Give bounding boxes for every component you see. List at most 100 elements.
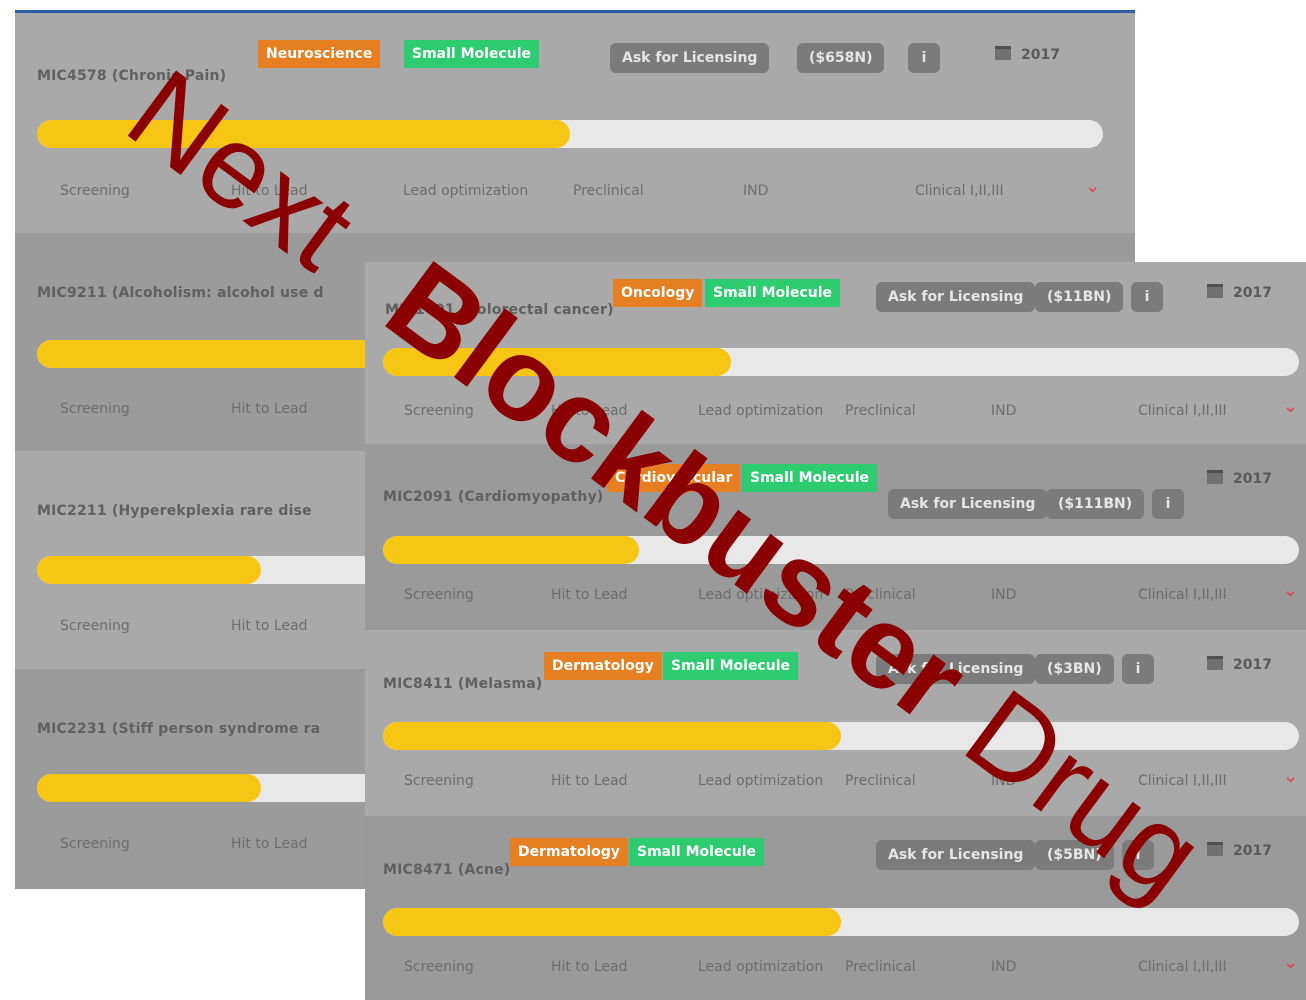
modality-tag: Small Molecule <box>404 40 539 68</box>
front-pipeline-list: MIC1001 (Colorectal cancer) Oncology Sma… <box>365 262 1306 1000</box>
stage-clinical: Clinical I,II,III <box>915 183 1004 199</box>
chevron-down-icon[interactable]: ⌄ <box>1283 952 1298 973</box>
market-value-badge: ($3BN) <box>1035 654 1114 684</box>
therapeutic-area-tag: Oncology <box>613 279 703 307</box>
therapeutic-area-tag: Dermatology <box>510 838 628 866</box>
calendar-icon <box>1207 284 1223 298</box>
year-label: 2017 <box>1207 470 1272 487</box>
info-icon[interactable]: i <box>908 43 940 73</box>
modality-tag: Small Molecule <box>663 652 798 680</box>
modality-tag: Small Molecule <box>705 279 840 307</box>
stage-screening: Screening <box>404 587 474 603</box>
compound-name: MIC8411 (Melasma) <box>383 676 543 692</box>
market-value-badge: ($111BN) <box>1046 489 1145 519</box>
year-label: 2017 <box>995 46 1060 63</box>
ask-licensing-button[interactable]: Ask for Licensing <box>610 43 770 73</box>
stage-lead-optimization: Lead optimization <box>698 587 824 603</box>
stage-hit-to-lead: Hit to Lead <box>551 403 628 419</box>
year-value: 2017 <box>1233 657 1272 673</box>
compound-name: MIC8471 (Acne) <box>383 862 511 878</box>
stage-preclinical: Preclinical <box>845 403 916 419</box>
progress-bar <box>383 722 1299 750</box>
stage-hit-to-lead: Hit to Lead <box>551 587 628 603</box>
compound-name: MIC2211 (Hyperekplexia rare dise <box>37 503 312 519</box>
stage-ind: IND <box>991 403 1017 419</box>
stage-screening: Screening <box>60 618 130 634</box>
calendar-icon <box>1207 842 1223 856</box>
stage-preclinical: Preclinical <box>573 183 644 199</box>
stage-hit-to-lead: Hit to Lead <box>231 618 308 634</box>
modality-tag: Small Molecule <box>629 838 764 866</box>
pipeline-row: MIC1001 (Colorectal cancer) Oncology Sma… <box>365 262 1306 444</box>
calendar-icon <box>995 46 1011 60</box>
ask-licensing-button[interactable]: Ask for Licensing <box>888 489 1048 519</box>
market-value-badge: ($5BN) <box>1035 840 1114 870</box>
stage-hit-to-lead: Hit to Lead <box>231 183 308 199</box>
stage-hit-to-lead: Hit to Lead <box>231 401 308 417</box>
compound-name: MIC9211 (Alcoholism: alcohol use d <box>37 285 324 301</box>
info-icon[interactable]: i <box>1152 489 1184 519</box>
stage-hit-to-lead: Hit to Lead <box>551 959 628 975</box>
stage-clinical: Clinical I,II,III <box>1138 403 1227 419</box>
stage-clinical: Clinical I,II,III <box>1138 773 1227 789</box>
stage-screening: Screening <box>60 401 130 417</box>
stage-clinical: Clinical I,II,III <box>1138 587 1227 603</box>
pipeline-row: MIC8411 (Melasma) Dermatology Small Mole… <box>365 630 1306 816</box>
pipeline-row: MIC8471 (Acne) Dermatology Small Molecul… <box>365 816 1306 1000</box>
market-value-badge: ($658N) <box>797 43 885 73</box>
progress-bar <box>383 908 1299 936</box>
stage-ind: IND <box>743 183 769 199</box>
chevron-down-icon[interactable]: ⌄ <box>1283 580 1298 601</box>
info-icon[interactable]: i <box>1122 654 1154 684</box>
info-icon[interactable]: i <box>1122 840 1154 870</box>
pipeline-row: MIC4578 (Chronic Pain) Neuroscience Smal… <box>15 13 1135 233</box>
year-value: 2017 <box>1021 47 1060 63</box>
stage-screening: Screening <box>404 773 474 789</box>
stage-lead-optimization: Lead optimization <box>403 183 529 199</box>
stage-lead-optimization: Lead optimization <box>698 403 824 419</box>
compound-name: MIC4578 (Chronic Pain) <box>37 68 227 84</box>
stage-screening: Screening <box>60 183 130 199</box>
progress-bar <box>383 348 1299 376</box>
year-label: 2017 <box>1207 656 1272 673</box>
stage-clinical: Clinical I,II,III <box>1138 959 1227 975</box>
ask-licensing-button[interactable]: Ask for Licensing <box>876 840 1036 870</box>
stage-ind: IND <box>991 959 1017 975</box>
year-label: 2017 <box>1207 842 1272 859</box>
progress-bar <box>383 536 1299 564</box>
year-value: 2017 <box>1233 285 1272 301</box>
therapeutic-area-tag: Dermatology <box>544 652 662 680</box>
compound-name: MIC1001 (Colorectal cancer) <box>385 302 614 318</box>
market-value-badge: ($11BN) <box>1035 282 1124 312</box>
therapeutic-area-tag: Cardiovascular <box>607 464 741 492</box>
calendar-icon <box>1207 470 1223 484</box>
pipeline-row: MIC2091 (Cardiomyopathy) Cardiovascular … <box>365 444 1306 630</box>
chevron-down-icon[interactable]: ⌄ <box>1283 766 1298 787</box>
stage-hit-to-lead: Hit to Lead <box>231 836 308 852</box>
stage-lead-optimization: Lead optimization <box>698 959 824 975</box>
stage-hit-to-lead: Hit to Lead <box>551 773 628 789</box>
year-value: 2017 <box>1233 843 1272 859</box>
year-label: 2017 <box>1207 284 1272 301</box>
compound-name: MIC2091 (Cardiomyopathy) <box>383 489 604 505</box>
stage-screening: Screening <box>60 836 130 852</box>
year-value: 2017 <box>1233 471 1272 487</box>
stage-preclinical: Preclinical <box>845 959 916 975</box>
stage-screening: Screening <box>404 959 474 975</box>
stage-ind: IND <box>991 773 1017 789</box>
stage-preclinical: Preclinical <box>845 587 916 603</box>
progress-bar <box>37 120 1103 148</box>
chevron-down-icon[interactable]: ⌄ <box>1085 176 1100 197</box>
ask-licensing-button[interactable]: Ask for Licensing <box>876 282 1036 312</box>
calendar-icon <box>1207 656 1223 670</box>
chevron-down-icon[interactable]: ⌄ <box>1283 396 1298 417</box>
stage-screening: Screening <box>404 403 474 419</box>
stage-lead-optimization: Lead optimization <box>698 773 824 789</box>
compound-name: MIC2231 (Stiff person syndrome ra <box>37 721 321 737</box>
ask-licensing-button[interactable]: Ask for Licensing <box>876 654 1036 684</box>
info-icon[interactable]: i <box>1131 282 1163 312</box>
stage-preclinical: Preclinical <box>845 773 916 789</box>
stage-ind: IND <box>991 587 1017 603</box>
therapeutic-area-tag: Neuroscience <box>258 40 381 68</box>
modality-tag: Small Molecule <box>742 464 877 492</box>
